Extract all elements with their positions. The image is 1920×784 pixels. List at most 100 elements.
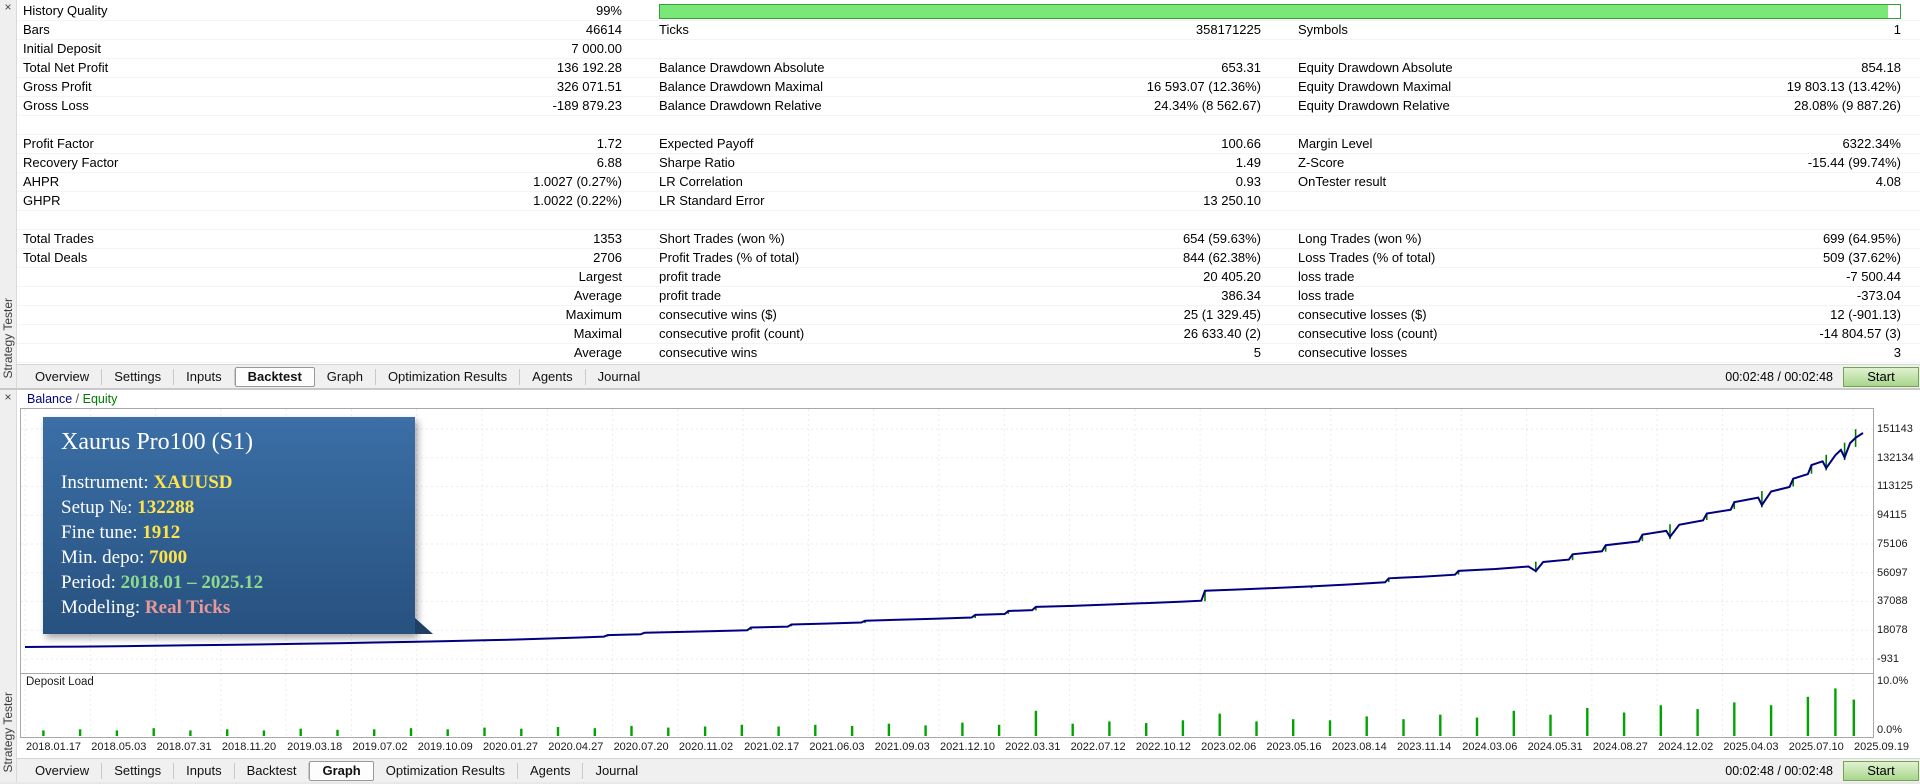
tab-graph[interactable]: Graph <box>309 761 373 781</box>
x-axis-label: 2021.09.03 <box>875 741 930 753</box>
info-box: Xaurus Pro100 (S1) Instrument: XAUUSDSet… <box>43 417 415 634</box>
dock-strip-top: × Strategy Tester <box>0 0 17 388</box>
metric-value: 854.18 <box>1598 59 1901 77</box>
metric-label <box>659 40 959 58</box>
metric-label: consecutive losses <box>1298 344 1598 362</box>
metric-label: Balance Drawdown Maximal <box>659 78 959 96</box>
metric-label: Balance Drawdown Absolute <box>659 59 959 77</box>
metric-value: -189 879.23 <box>313 97 622 115</box>
info-line-label: Instrument: <box>61 472 153 493</box>
x-axis-label: 2021.12.10 <box>940 741 995 753</box>
metric-value: 358171225 <box>959 21 1261 39</box>
metric-value: Maximum <box>313 306 622 324</box>
info-line-value: 1912 <box>142 522 180 543</box>
metric-value: -15.44 (99.74%) <box>1598 154 1901 172</box>
y-axis-label: 94115 <box>1877 509 1907 521</box>
metric-value: 6.88 <box>313 154 622 172</box>
tab-overview[interactable]: Overview <box>23 369 102 385</box>
metric-value: Largest <box>313 268 622 286</box>
tab-backtest[interactable]: Backtest <box>235 763 310 779</box>
metric-value: 654 (59.63%) <box>959 230 1261 248</box>
info-line-value: XAUUSD <box>153 472 232 493</box>
y-axis-label: 132134 <box>1877 452 1914 464</box>
metric-value <box>959 40 1261 58</box>
x-axis-label: 2023.11.14 <box>1397 741 1451 753</box>
info-line-value: 2018.01 – 2025.12 <box>121 572 264 593</box>
table-row: Largestprofit trade20 405.20loss trade-7… <box>17 268 1920 287</box>
tab-journal[interactable]: Journal <box>586 369 653 385</box>
tab-backtest[interactable]: Backtest <box>235 367 315 387</box>
x-axis-labels: 2018.01.172018.05.032018.07.312018.11.20… <box>20 738 1874 758</box>
metric-label <box>1298 192 1598 210</box>
legend-separator: / <box>72 392 82 406</box>
metric-label <box>23 306 313 324</box>
tab-optimization-results[interactable]: Optimization Results <box>376 369 520 385</box>
metric-value: -14 804.57 (3) <box>1598 325 1901 343</box>
metric-value: 509 (37.62%) <box>1598 249 1901 267</box>
x-axis-label: 2020.01.27 <box>483 741 538 753</box>
tab-inputs[interactable]: Inputs <box>174 369 234 385</box>
metric-label: loss trade <box>1298 268 1598 286</box>
deposit-max-label: 10.0% <box>1877 675 1908 687</box>
tab-settings[interactable]: Settings <box>102 369 174 385</box>
info-line-value: 7000 <box>149 547 187 568</box>
metric-label <box>23 268 313 286</box>
metric-value: 844 (62.38%) <box>959 249 1261 267</box>
metric-label: consecutive loss (count) <box>1298 325 1598 343</box>
tab-graph[interactable]: Graph <box>315 369 376 385</box>
metric-label: History Quality <box>23 2 313 20</box>
start-button[interactable]: Start <box>1843 761 1919 781</box>
table-row: Gross Loss-189 879.23Balance Drawdown Re… <box>17 97 1920 116</box>
tab-agents[interactable]: Agents <box>520 369 585 385</box>
metric-value: 4.08 <box>1598 173 1901 191</box>
metric-label: Total Net Profit <box>23 59 313 77</box>
metric-label: Bars <box>23 21 313 39</box>
y-axis-label: 151143 <box>1877 423 1913 435</box>
legend-equity: Equity <box>83 392 118 406</box>
metric-label: Profit Trades (% of total) <box>659 249 959 267</box>
metric-label: AHPR <box>23 173 313 191</box>
metric-label: profit trade <box>659 287 959 305</box>
metric-label: Sharpe Ratio <box>659 154 959 172</box>
tab-optimization-results[interactable]: Optimization Results <box>374 763 518 779</box>
tab-overview[interactable]: Overview <box>23 763 102 779</box>
deposit-axis-labels: 10.0% 0.0% <box>1874 674 1920 738</box>
table-row: Bars46614Ticks358171225Symbols1 <box>17 21 1920 40</box>
metric-label: Short Trades (won %) <box>659 230 959 248</box>
legend-balance: Balance <box>27 392 72 406</box>
tab-settings[interactable]: Settings <box>102 763 174 779</box>
tab-inputs[interactable]: Inputs <box>174 763 234 779</box>
start-button[interactable]: Start <box>1843 367 1919 387</box>
metric-value: 26 633.40 (2) <box>959 325 1261 343</box>
metric-value: 7 000.00 <box>313 40 622 58</box>
info-line-value: 132288 <box>137 497 194 518</box>
metric-value: 0.93 <box>959 173 1261 191</box>
x-axis-label: 2024.03.06 <box>1462 741 1517 753</box>
balance-equity-chart: Xaurus Pro100 (S1) Instrument: XAUUSDSet… <box>20 408 1874 674</box>
backtest-report: History Quality99%Bars46614Ticks35817122… <box>17 0 1920 364</box>
metric-label: LR Standard Error <box>659 192 959 210</box>
elapsed-time: 00:02:48 / 00:02:48 <box>1725 764 1833 778</box>
tab-agents[interactable]: Agents <box>518 763 583 779</box>
metric-label <box>23 344 313 362</box>
close-icon[interactable]: × <box>2 392 15 405</box>
metric-value <box>1598 192 1901 210</box>
metric-value: 699 (64.95%) <box>1598 230 1901 248</box>
x-axis-label: 2020.04.27 <box>548 741 603 753</box>
info-line-label: Period: <box>61 572 121 593</box>
x-axis-label: 2025.07.10 <box>1789 741 1844 753</box>
info-line-label: Fine tune: <box>61 522 142 543</box>
metric-value: 386.34 <box>959 287 1261 305</box>
metric-label: Equity Drawdown Absolute <box>1298 59 1598 77</box>
bottom-tabs: OverviewSettingsInputsBacktestGraphOptim… <box>23 759 650 782</box>
tab-journal[interactable]: Journal <box>583 763 650 779</box>
metric-label: Profit Factor <box>23 135 313 153</box>
info-box-line: Instrument: XAUUSD <box>61 470 397 495</box>
x-axis-label: 2024.05.31 <box>1528 741 1583 753</box>
table-row: Averageconsecutive wins5consecutive loss… <box>17 344 1920 363</box>
info-line-label: Modeling: <box>61 597 145 618</box>
x-axis-label: 2025.04.03 <box>1723 741 1778 753</box>
close-icon[interactable]: × <box>2 2 15 15</box>
metric-label: Expected Payoff <box>659 135 959 153</box>
x-axis-label: 2018.01.17 <box>26 741 81 753</box>
